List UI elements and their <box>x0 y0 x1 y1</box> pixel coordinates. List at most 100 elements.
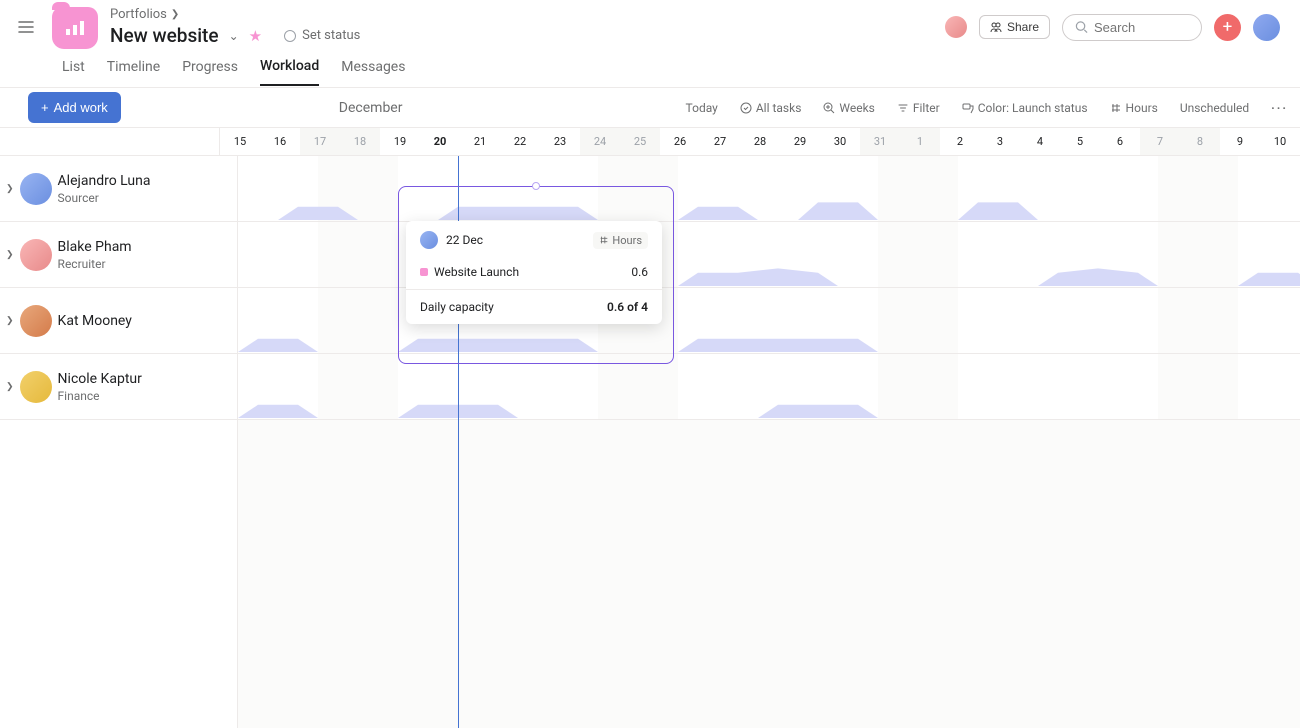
popover-capacity-value: 0.6 of 4 <box>607 300 648 314</box>
add-work-label: Add work <box>54 100 108 115</box>
person-row[interactable]: ❯ Alejandro Luna Sourcer <box>0 156 237 222</box>
hours-selector[interactable]: Hours <box>1110 101 1158 115</box>
portfolio-folder-icon <box>52 7 98 49</box>
filter-button[interactable]: Filter <box>897 101 940 115</box>
date-cell[interactable]: 24 <box>580 128 620 155</box>
hamburger-icon <box>16 17 36 37</box>
page-title: New website <box>110 24 219 47</box>
hours-pill: Hours <box>593 232 648 249</box>
month-label: December <box>339 100 403 116</box>
avatar <box>20 371 52 403</box>
date-cell[interactable]: 30 <box>820 128 860 155</box>
person-role: Finance <box>58 389 142 403</box>
date-cell[interactable]: 9 <box>1220 128 1260 155</box>
date-cell[interactable]: 7 <box>1140 128 1180 155</box>
date-cell[interactable]: 10 <box>1260 128 1300 155</box>
person-name: Nicole Kaptur <box>58 371 142 387</box>
date-cell[interactable]: 16 <box>260 128 300 155</box>
popover-date: 22 Dec <box>446 233 585 247</box>
tab-workload[interactable]: Workload <box>260 58 319 86</box>
tabs: List Timeline Progress Workload Messages <box>0 54 1300 88</box>
date-cell[interactable]: 2 <box>940 128 980 155</box>
tab-progress[interactable]: Progress <box>182 59 238 85</box>
popover-task-hours: 0.6 <box>631 265 648 279</box>
chevron-right-icon: ❯ <box>6 184 14 194</box>
avatar <box>20 239 52 271</box>
filter-icon <box>897 102 909 114</box>
star-icon[interactable]: ★ <box>249 27 262 45</box>
date-cell[interactable]: 17 <box>300 128 340 155</box>
avatar <box>420 231 438 249</box>
date-cell[interactable]: 8 <box>1180 128 1220 155</box>
person-row[interactable]: ❯ Nicole Kaptur Finance <box>0 354 237 420</box>
timeline-canvas[interactable]: 22 Dec Hours Website Launch 0.6 Daily ca… <box>238 156 1300 728</box>
color-selector[interactable]: Color: Launch status <box>962 101 1088 115</box>
chevron-down-icon[interactable]: ⌄ <box>229 29 239 43</box>
share-label: Share <box>1007 20 1039 34</box>
date-cell[interactable]: 28 <box>740 128 780 155</box>
date-cell[interactable]: 15 <box>220 128 260 155</box>
date-cell[interactable]: 5 <box>1060 128 1100 155</box>
all-tasks-filter[interactable]: All tasks <box>740 101 802 115</box>
hash-icon <box>599 235 609 245</box>
person-name: Blake Pham <box>58 239 132 255</box>
checkmark-circle-icon <box>740 102 752 114</box>
date-cell[interactable]: 1 <box>900 128 940 155</box>
date-cell[interactable]: 29 <box>780 128 820 155</box>
date-cell[interactable]: 6 <box>1100 128 1140 155</box>
chevron-right-icon: ❯ <box>6 250 14 260</box>
date-cell[interactable]: 26 <box>660 128 700 155</box>
date-cell[interactable]: 27 <box>700 128 740 155</box>
person-role: Sourcer <box>58 191 151 205</box>
popover-capacity-label: Daily capacity <box>420 300 494 314</box>
add-work-button[interactable]: + Add work <box>28 92 121 123</box>
people-icon <box>990 21 1002 33</box>
breadcrumb[interactable]: Portfolios ❯ <box>110 7 360 22</box>
handle-icon[interactable] <box>532 182 540 190</box>
date-cell[interactable]: 22 <box>500 128 540 155</box>
date-cell[interactable]: 4 <box>1020 128 1060 155</box>
paint-icon <box>962 102 974 114</box>
date-cell[interactable]: 31 <box>860 128 900 155</box>
person-role: Recruiter <box>58 257 132 271</box>
person-row[interactable]: ❯ Kat Mooney <box>0 288 237 354</box>
tab-messages[interactable]: Messages <box>341 59 405 85</box>
popover-task: Website Launch <box>420 265 519 279</box>
zoom-icon <box>823 102 835 114</box>
person-row[interactable]: ❯ Blake Pham Recruiter <box>0 222 237 288</box>
set-status-button[interactable]: Set status <box>284 28 360 43</box>
hamburger-menu[interactable] <box>12 13 40 41</box>
zoom-weeks[interactable]: Weeks <box>823 101 874 115</box>
plus-icon: + <box>41 100 49 115</box>
chevron-right-icon: ❯ <box>6 382 14 392</box>
date-cell[interactable]: 21 <box>460 128 500 155</box>
avatar <box>20 305 52 337</box>
status-circle-icon <box>284 30 296 42</box>
current-user-avatar[interactable] <box>1253 14 1280 41</box>
status-label: Set status <box>302 28 360 43</box>
search-icon <box>1075 20 1088 34</box>
search-input[interactable] <box>1094 20 1189 35</box>
add-button[interactable]: + <box>1214 14 1241 41</box>
date-cell[interactable]: 25 <box>620 128 660 155</box>
date-cell[interactable]: 18 <box>340 128 380 155</box>
member-avatar[interactable] <box>945 16 967 38</box>
empty-area <box>238 420 1300 728</box>
date-cell[interactable]: 3 <box>980 128 1020 155</box>
date-header: 1516171819202122232425262728293031123456… <box>220 128 1300 155</box>
unscheduled-button[interactable]: Unscheduled <box>1180 101 1249 115</box>
date-cell[interactable]: 19 <box>380 128 420 155</box>
more-menu[interactable]: ··· <box>1271 101 1288 115</box>
chevron-right-icon: ❯ <box>6 316 14 326</box>
date-cell[interactable]: 20 <box>420 128 460 155</box>
tab-timeline[interactable]: Timeline <box>107 59 160 85</box>
share-button[interactable]: Share <box>979 15 1050 39</box>
date-cell[interactable]: 23 <box>540 128 580 155</box>
tab-list[interactable]: List <box>62 59 85 85</box>
today-button[interactable]: Today <box>686 101 718 115</box>
search-input-wrapper[interactable] <box>1062 14 1202 41</box>
person-name: Kat Mooney <box>58 313 132 329</box>
avatar <box>20 173 52 205</box>
person-name: Alejandro Luna <box>58 173 151 189</box>
chevron-right-icon: ❯ <box>171 9 179 20</box>
